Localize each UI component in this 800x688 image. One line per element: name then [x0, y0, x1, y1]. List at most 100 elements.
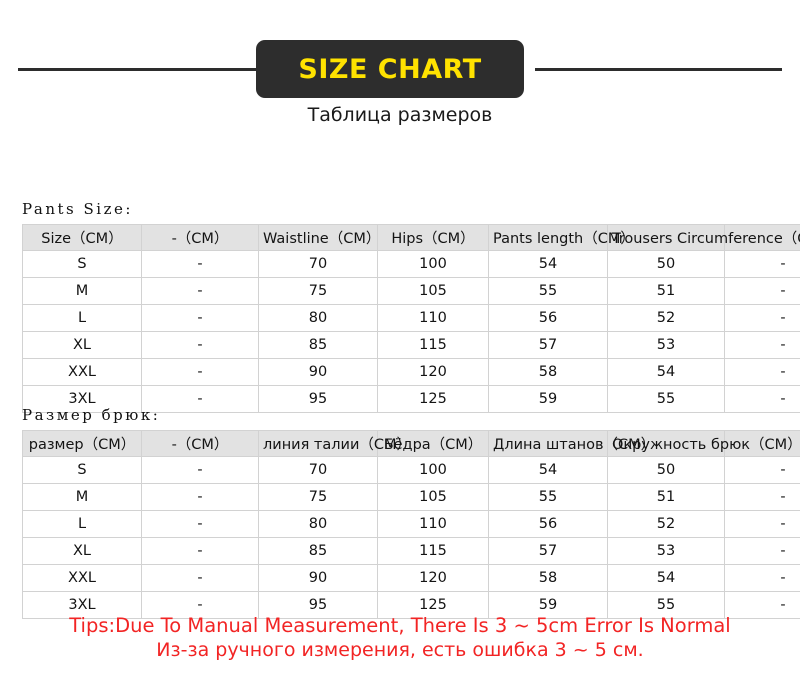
cell-pants-length: 56	[488, 304, 608, 332]
divider-line-right	[535, 68, 782, 71]
column-header-blank: -（CM）	[141, 430, 259, 457]
cell-size: L	[22, 304, 142, 332]
cell-empty: -	[724, 483, 800, 511]
cell-hips: 115	[377, 331, 489, 359]
cell-hips: 120	[377, 564, 489, 592]
cell-size: S	[22, 456, 142, 484]
cell-empty: -	[724, 385, 800, 413]
divider-line-left	[18, 68, 256, 71]
cell-empty: -	[724, 304, 800, 332]
table-row: XL - 85 115 57 53 -	[22, 331, 800, 359]
cell-hips: 105	[377, 277, 489, 305]
table-header-row: Size（CM） -（CM） Waistline（CM） Hips（CM） Pa…	[22, 224, 800, 251]
column-header-pants-length: Pants length（CM）	[488, 224, 635, 251]
column-header-hips: Hips（CM）	[377, 224, 489, 251]
cell-trousers-circumference: 53	[607, 331, 725, 359]
cell-trousers-circumference: 54	[607, 564, 725, 592]
table-row: XL - 85 115 57 53 -	[22, 537, 800, 565]
cell-hips: 110	[377, 304, 489, 332]
size-chart-subtitle: Таблица размеров	[307, 104, 493, 126]
cell-size: XL	[22, 331, 142, 359]
cell-waistline: 70	[258, 456, 378, 484]
size-chart-title: SIZE CHART	[298, 53, 482, 85]
cell-blank: -	[141, 358, 259, 386]
cell-waistline: 85	[258, 537, 378, 565]
cell-empty: -	[724, 537, 800, 565]
cell-trousers-circumference: 51	[607, 277, 725, 305]
cell-hips: 115	[377, 537, 489, 565]
cell-pants-length: 55	[488, 483, 608, 511]
cell-waistline: 80	[258, 304, 378, 332]
cell-trousers-circumference: 52	[607, 304, 725, 332]
cell-hips: 125	[377, 385, 489, 413]
cell-trousers-circumference: 52	[607, 510, 725, 538]
cell-empty: -	[724, 564, 800, 592]
cell-empty: -	[724, 510, 800, 538]
column-header-blank: -（CM）	[141, 224, 259, 251]
cell-waistline: 95	[258, 385, 378, 413]
cell-blank: -	[141, 331, 259, 359]
cell-pants-length: 58	[488, 358, 608, 386]
size-chart-page: SIZE CHART Таблица размеров Pants Size: …	[0, 0, 800, 688]
cell-trousers-circumference: 54	[607, 358, 725, 386]
cell-blank: -	[141, 456, 259, 484]
table-row: S - 70 100 54 50 -	[22, 456, 800, 484]
cell-pants-length: 54	[488, 456, 608, 484]
cell-pants-length: 58	[488, 564, 608, 592]
cell-trousers-circumference: 50	[607, 250, 725, 278]
cell-empty: -	[724, 456, 800, 484]
column-header-dlina-shtanov: Длина штанов（CM）	[488, 430, 655, 457]
cell-size: S	[22, 250, 142, 278]
cell-pants-length: 56	[488, 510, 608, 538]
cell-size: L	[22, 510, 142, 538]
cell-waistline: 90	[258, 358, 378, 386]
cell-blank: -	[141, 510, 259, 538]
cell-waistline: 75	[258, 277, 378, 305]
table-row: M - 75 105 55 51 -	[22, 277, 800, 305]
cell-pants-length: 54	[488, 250, 608, 278]
cell-hips: 120	[377, 358, 489, 386]
tips-english: Tips:Due To Manual Measurement, There Is…	[69, 614, 731, 637]
pants-size-table-en: Size（CM） -（CM） Waistline（CM） Hips（CM） Pa…	[22, 224, 800, 413]
cell-hips: 100	[377, 456, 489, 484]
table-row: L - 80 110 56 52 -	[22, 510, 800, 538]
pants-size-caption: Pants Size:	[22, 200, 133, 218]
table-row: S - 70 100 54 50 -	[22, 250, 800, 278]
cell-waistline: 85	[258, 331, 378, 359]
cell-pants-length: 57	[488, 331, 608, 359]
table-header-row: размер（CM） -（CM） линия талии（CM） Бёдра（C…	[22, 430, 800, 457]
cell-pants-length: 57	[488, 537, 608, 565]
column-header-razmer: размер（CM）	[22, 430, 142, 457]
cell-hips: 105	[377, 483, 489, 511]
cell-empty: -	[724, 250, 800, 278]
cell-hips: 110	[377, 510, 489, 538]
razmer-bryuk-caption: Размер брюк:	[22, 406, 161, 424]
cell-size: M	[22, 483, 142, 511]
cell-blank: -	[141, 250, 259, 278]
column-header-trousers-circumference: Trousers Circumference（CM）	[607, 224, 800, 251]
cell-pants-length: 59	[488, 385, 608, 413]
column-header-waistline: Waistline（CM）	[258, 224, 380, 251]
cell-trousers-circumference: 55	[607, 385, 725, 413]
column-header-liniya-talii: линия талии（CM）	[258, 430, 411, 457]
cell-size: XL	[22, 537, 142, 565]
cell-empty: -	[724, 331, 800, 359]
cell-trousers-circumference: 50	[607, 456, 725, 484]
cell-size: M	[22, 277, 142, 305]
table-row: XXL - 90 120 58 54 -	[22, 358, 800, 386]
cell-size: XXL	[22, 564, 142, 592]
tips-russian: Из-за ручного измерения, есть ошибка 3 ~…	[156, 639, 644, 661]
cell-trousers-circumference: 51	[607, 483, 725, 511]
cell-empty: -	[724, 277, 800, 305]
column-header-bedra: Бёдра（CM）	[377, 430, 489, 457]
table-row: XXL - 90 120 58 54 -	[22, 564, 800, 592]
size-chart-badge: SIZE CHART	[256, 40, 524, 98]
cell-waistline: 75	[258, 483, 378, 511]
cell-waistline: 90	[258, 564, 378, 592]
cell-blank: -	[141, 537, 259, 565]
cell-blank: -	[141, 304, 259, 332]
column-header-size: Size（CM）	[22, 224, 142, 251]
pants-size-table-ru: размер（CM） -（CM） линия талии（CM） Бёдра（C…	[22, 430, 800, 619]
cell-trousers-circumference: 53	[607, 537, 725, 565]
cell-blank: -	[141, 564, 259, 592]
